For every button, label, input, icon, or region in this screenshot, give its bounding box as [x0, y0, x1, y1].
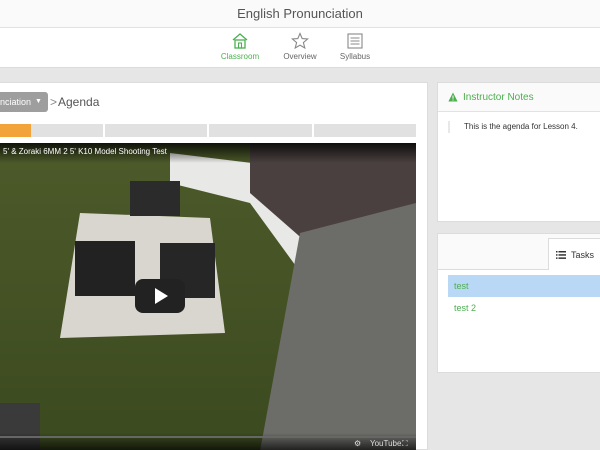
list-icon [555, 250, 566, 259]
tab-tasks[interactable]: Tasks [548, 238, 600, 270]
star-icon [291, 32, 309, 50]
app-title: English Pronunciation [237, 6, 363, 21]
instructor-notes-body: This is the agenda for Lesson 4. [448, 121, 600, 133]
progress-segment [313, 124, 416, 137]
progress-segment [209, 124, 312, 137]
nav-syllabus[interactable]: Syllabus [325, 32, 385, 61]
breadcrumb-page: Agenda [58, 95, 100, 109]
lesson-panel: nciation ▼ > Agenda 5' & Zoraki 6MM 2 5'… [0, 82, 428, 450]
nav-classroom[interactable]: Classroom [210, 32, 270, 61]
lesson-progress [0, 124, 416, 137]
caret-down-icon: ▼ [35, 98, 42, 105]
nav-overview-label: Overview [283, 52, 317, 61]
youtube-logo[interactable]: YouTube [370, 439, 401, 448]
play-button[interactable] [135, 279, 185, 313]
nav-syllabus-label: Syllabus [339, 52, 371, 61]
task-item[interactable]: test [448, 275, 600, 297]
main-nav: Classroom Overview Syllabus [0, 28, 600, 68]
tab-tasks-label: Tasks [570, 249, 594, 260]
course-dropdown-label: nciation [0, 97, 32, 107]
settings-icon[interactable]: ⚙ [354, 439, 361, 448]
progress-fill [0, 124, 31, 137]
instructor-notes-title: Instructor Notes [463, 91, 534, 103]
progress-segment [0, 124, 103, 137]
nav-overview[interactable]: Overview [270, 32, 330, 61]
video-seekbar[interactable] [0, 436, 416, 438]
course-dropdown-button[interactable]: nciation ▼ [0, 92, 48, 112]
fullscreen-icon[interactable]: ⛶ [402, 439, 408, 449]
nav-classroom-label: Classroom [220, 52, 260, 61]
instructor-notes-panel: Instructor Notes This is the agenda for … [437, 82, 600, 222]
video-title[interactable]: 5' & Zoraki 6MM 2 5' K10 Model Shooting … [3, 147, 167, 156]
syllabus-icon [347, 33, 363, 49]
video-frame [0, 143, 416, 450]
video-player[interactable]: 5' & Zoraki 6MM 2 5' K10 Model Shooting … [0, 143, 416, 450]
home-icon [232, 33, 248, 49]
tasks-panel: Tasks test test 2 [437, 233, 600, 373]
warning-icon [448, 92, 458, 102]
video-controls: ⚙ YouTube ⛶ [0, 433, 416, 450]
app-header: English Pronunciation [0, 0, 600, 28]
task-item[interactable]: test 2 [448, 297, 600, 319]
play-icon [155, 288, 168, 304]
instructor-notes-header: Instructor Notes [438, 83, 600, 112]
breadcrumb-separator: > [50, 95, 58, 109]
progress-segment [104, 124, 207, 137]
tasks-tabs: Tasks [438, 234, 600, 270]
